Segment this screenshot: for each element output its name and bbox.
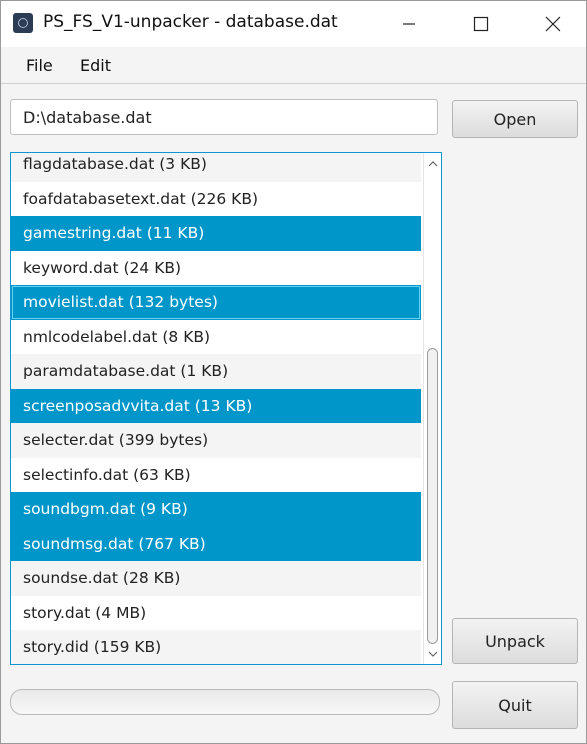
file-list-item[interactable]: keyword.dat (24 KB) <box>11 251 421 286</box>
menu-edit[interactable]: Edit <box>80 56 111 75</box>
close-button[interactable] <box>521 1 585 47</box>
file-list-item[interactable]: paramdatabase.dat (1 KB) <box>11 354 421 389</box>
file-list-item-label: screenposadvvita.dat (13 KB) <box>23 396 253 415</box>
quit-button[interactable]: Quit <box>452 681 578 729</box>
file-list-item[interactable]: flagdatabase.dat (3 KB) <box>11 153 421 182</box>
file-list-item[interactable]: story.dat (4 MB) <box>11 596 421 631</box>
menu-bar: File Edit <box>1 47 586 84</box>
file-list-item[interactable]: soundbgm.dat (9 KB) <box>11 492 421 527</box>
chevron-down-icon <box>428 651 438 657</box>
menu-file[interactable]: File <box>26 56 53 75</box>
file-list-item[interactable]: selecter.dat (399 bytes) <box>11 423 421 458</box>
scrollbar-thumb[interactable] <box>427 348 438 644</box>
file-list-item-label: soundbgm.dat (9 KB) <box>23 500 188 519</box>
file-list-item-label: movielist.dat (132 bytes) <box>23 293 218 312</box>
maximize-icon <box>473 16 489 32</box>
file-list[interactable]: flagdatabase.dat (3 KB) foafdatabasetext.… <box>10 152 442 665</box>
title-bar[interactable]: PS_FS_V1-unpacker - database.dat <box>1 1 586 47</box>
file-list-item-label: flagdatabase.dat (3 KB) <box>23 155 207 174</box>
file-list-item[interactable]: story.did (159 KB) <box>11 630 421 664</box>
close-icon <box>545 16 561 32</box>
file-list-item-label: keyword.dat (24 KB) <box>23 258 182 277</box>
file-list-item[interactable]: selectinfo.dat (63 KB) <box>11 458 421 493</box>
maximize-button[interactable] <box>449 1 513 47</box>
file-list-item-label: story.did (159 KB) <box>23 638 162 657</box>
file-list-item[interactable]: movielist.dat (132 bytes) <box>11 285 421 320</box>
chevron-up-icon <box>428 161 438 167</box>
file-list-item[interactable]: soundse.dat (28 KB) <box>11 561 421 596</box>
file-list-item-label: selecter.dat (399 bytes) <box>23 431 209 450</box>
open-button[interactable]: Open <box>452 100 578 138</box>
minimize-button[interactable] <box>377 1 441 47</box>
file-list-item-label: soundse.dat (28 KB) <box>23 569 181 588</box>
file-list-item-label: gamestring.dat (11 KB) <box>23 224 205 243</box>
app-window: PS_FS_V1-unpacker - database.dat File Ed… <box>0 0 587 744</box>
file-list-item-label: paramdatabase.dat (1 KB) <box>23 362 229 381</box>
file-path-input[interactable] <box>10 99 438 135</box>
scroll-up-button[interactable] <box>424 155 441 173</box>
file-list-item[interactable]: foafdatabasetext.dat (226 KB) <box>11 182 421 217</box>
vertical-scrollbar[interactable] <box>423 153 441 664</box>
file-list-item-label: foafdatabasetext.dat (226 KB) <box>23 189 259 208</box>
minimize-icon <box>403 23 415 25</box>
scroll-down-button[interactable] <box>424 645 441 663</box>
file-list-item[interactable]: nmlcodelabel.dat (8 KB) <box>11 320 421 355</box>
unpack-button[interactable]: Unpack <box>452 618 578 664</box>
file-list-rows: flagdatabase.dat (3 KB) foafdatabasetext.… <box>11 153 421 664</box>
window-title: PS_FS_V1-unpacker - database.dat <box>43 12 338 32</box>
file-list-item[interactable]: gamestring.dat (11 KB) <box>11 216 421 251</box>
file-list-item[interactable]: screenposadvvita.dat (13 KB) <box>11 388 421 423</box>
file-list-item-label: soundmsg.dat (767 KB) <box>23 534 206 553</box>
file-list-item[interactable]: soundmsg.dat (767 KB) <box>11 526 421 561</box>
file-list-item-label: story.dat (4 MB) <box>23 603 147 622</box>
app-icon <box>13 13 33 33</box>
progress-bar <box>10 689 440 715</box>
file-list-item-label: nmlcodelabel.dat (8 KB) <box>23 327 211 346</box>
file-list-item-label: selectinfo.dat (63 KB) <box>23 465 191 484</box>
